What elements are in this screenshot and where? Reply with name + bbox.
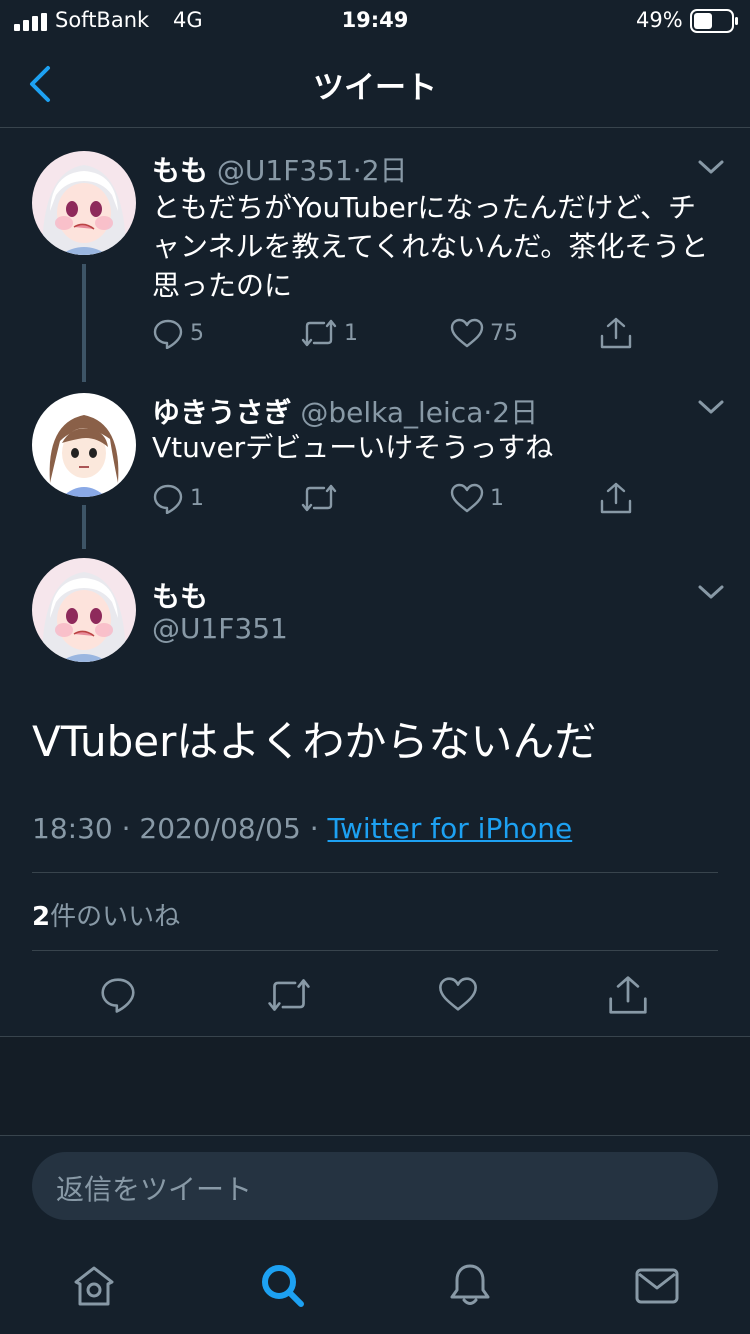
share-icon: [599, 316, 633, 350]
tweet-text: Vtuverデビューいけそうっすね: [152, 431, 554, 464]
mail-icon[interactable]: [633, 1264, 681, 1312]
retweet-icon: [300, 482, 338, 514]
empty-area: [0, 1037, 750, 1135]
retweet-icon: [266, 979, 312, 1019]
retweet-button[interactable]: 1: [300, 316, 358, 350]
reply-button[interactable]: 1: [152, 481, 204, 515]
chevron-down-icon[interactable]: [696, 157, 726, 177]
reply-icon: [152, 482, 184, 514]
separator: ·: [309, 812, 319, 845]
divider: [32, 950, 718, 951]
author-handle[interactable]: @belka_leica: [300, 396, 483, 429]
status-bar: SoftBank 4G 19:49 49%: [0, 0, 750, 42]
likes-summary[interactable]: 2件のいいね: [32, 896, 180, 933]
home-icon[interactable]: [70, 1262, 118, 1310]
share-button[interactable]: [599, 316, 633, 350]
author-name[interactable]: ゆきうさぎ: [152, 396, 291, 429]
thread-line: [82, 505, 86, 549]
divider: [32, 872, 718, 873]
avatar[interactable]: [32, 558, 136, 662]
likes-count: 2: [32, 902, 51, 932]
tweet-time: 2日: [361, 154, 408, 187]
avatar[interactable]: [32, 151, 136, 255]
author-name[interactable]: もも: [152, 575, 208, 615]
reply-icon: [99, 978, 137, 1019]
like-count: 75: [490, 320, 518, 346]
source-link[interactable]: Twitter for iPhone: [328, 812, 573, 845]
share-icon: [599, 481, 633, 515]
reply-input[interactable]: 返信をツイート: [32, 1152, 718, 1220]
page-title: ツイート: [313, 70, 437, 106]
retweet-button[interactable]: [300, 481, 344, 515]
battery-icon: [690, 9, 740, 33]
share-icon: [607, 976, 649, 1020]
nav-bar: ツイート: [0, 42, 750, 128]
like-count: 1: [490, 485, 504, 511]
reply-placeholder: 返信をツイート: [56, 1173, 253, 1206]
tweet-meta: 18:30 · 2020/08/05 · Twitter for iPhone: [32, 812, 572, 845]
retweet-button[interactable]: [266, 975, 312, 1019]
author-name[interactable]: もも: [152, 154, 208, 187]
chevron-down-icon[interactable]: [696, 397, 726, 417]
reply-count: 1: [190, 485, 204, 511]
separator: ·: [121, 812, 131, 845]
separator: ·: [352, 154, 362, 187]
like-button[interactable]: 75: [450, 316, 518, 350]
like-button[interactable]: 1: [450, 481, 504, 515]
tweet-text: ともだちがYouTuberになったんだけど、チャンネルを教えてくれないんだ。茶化…: [152, 191, 709, 302]
avatar[interactable]: [32, 393, 136, 497]
retweet-count: 1: [344, 320, 358, 346]
heart-icon: [450, 317, 484, 349]
main-tweet-text: VTuberはよくわからないんだ: [32, 717, 597, 766]
author-handle[interactable]: @U1F351: [217, 154, 353, 187]
tweet-time: 18:30: [32, 812, 113, 845]
reply-count: 5: [190, 320, 204, 346]
divider: [0, 1135, 750, 1136]
chevron-down-icon[interactable]: [696, 582, 726, 602]
share-button[interactable]: [599, 481, 633, 515]
separator: ·: [483, 396, 493, 429]
likes-label: 件のいいね: [50, 902, 181, 932]
share-button[interactable]: [607, 974, 649, 1020]
reply-button[interactable]: [99, 975, 137, 1019]
thread-line: [82, 264, 86, 382]
search-icon[interactable]: [258, 1261, 306, 1309]
author-handle[interactable]: @U1F351: [152, 612, 288, 645]
heart-icon: [438, 977, 478, 1017]
tweet-header: もも @U1F351·2日: [152, 149, 408, 189]
tweet-date: 2020/08/05: [139, 812, 301, 845]
bell-icon[interactable]: [446, 1261, 494, 1309]
tweet-header: ゆきうさぎ @belka_leica·2日: [152, 391, 538, 431]
reply-icon: [152, 317, 184, 349]
reply-button[interactable]: 5: [152, 316, 204, 350]
battery-percent: 49%: [636, 8, 683, 32]
tweet-time: 2日: [492, 396, 539, 429]
like-button[interactable]: [438, 975, 478, 1017]
retweet-icon: [300, 317, 338, 349]
heart-icon: [450, 482, 484, 514]
